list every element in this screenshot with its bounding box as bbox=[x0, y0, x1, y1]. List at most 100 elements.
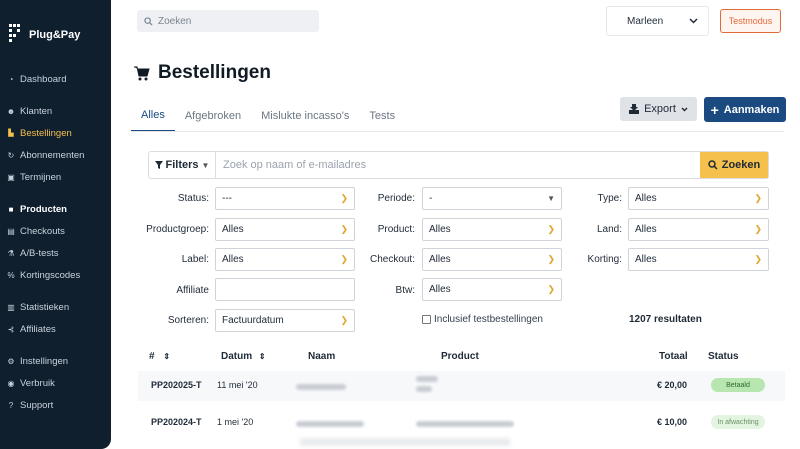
order-date: 1 mei '20 bbox=[217, 417, 254, 427]
korting-select[interactable]: Alles ❯ bbox=[628, 248, 769, 271]
sidebar-item-label: Abonnementen bbox=[20, 149, 85, 161]
sidebar-item-affiliates[interactable]: ⊰ Affiliates bbox=[6, 318, 106, 340]
caret-down-icon: ▼ bbox=[201, 160, 210, 170]
order-total: € 10,00 bbox=[657, 417, 688, 427]
btw-label: Btw: bbox=[395, 285, 415, 296]
test-mode-button[interactable]: Testmodus bbox=[720, 9, 781, 33]
chart-icon: ▥ bbox=[7, 302, 15, 312]
status-value: --- bbox=[222, 193, 232, 204]
col-number-header[interactable]: # ⇕ bbox=[149, 351, 170, 362]
label-select[interactable]: Alles ❯ bbox=[215, 248, 355, 271]
customer-name-redacted bbox=[296, 419, 364, 429]
sidebar-item-dashboard[interactable]: ◔ Dashboard bbox=[6, 68, 106, 90]
sidebar-item-kortingscodes[interactable]: % Kortingscodes bbox=[6, 264, 106, 286]
sidebar-item-support[interactable]: ? Support bbox=[6, 394, 106, 416]
affiliate-input[interactable] bbox=[215, 278, 355, 301]
land-value: Alles bbox=[635, 224, 657, 235]
search-icon bbox=[707, 160, 718, 170]
sidebar-item-klanten[interactable]: ☻ Klanten bbox=[6, 100, 106, 122]
chevron-down-icon: ❯ bbox=[340, 193, 348, 203]
sidebar-item-label: Support bbox=[20, 399, 54, 411]
sidebar-item-producten[interactable]: ■ Producten bbox=[6, 198, 106, 220]
productgroep-select[interactable]: Alles ❯ bbox=[215, 218, 355, 241]
sidebar-item-label: Termijnen bbox=[20, 171, 62, 183]
col-status-header: Status bbox=[708, 351, 739, 362]
btw-select[interactable]: Alles ❯ bbox=[422, 278, 562, 301]
tab-tests[interactable]: Tests bbox=[359, 100, 405, 132]
sidebar-item-label: Kortingscodes bbox=[20, 269, 81, 281]
chevron-down-icon: ❯ bbox=[340, 224, 348, 234]
box-icon: ■ bbox=[8, 204, 14, 214]
sidebar-item-abonnementen[interactable]: ↻ Abonnementen bbox=[6, 144, 106, 166]
order-search-input[interactable]: Zoek op naam of e-mailadres bbox=[216, 152, 700, 178]
include-tests-label: Inclusief testbestellingen bbox=[434, 314, 543, 325]
table-row[interactable]: PP202025-T 11 mei '20 € 20,00 Betaald bbox=[138, 371, 785, 401]
chevron-down-icon: ❯ bbox=[547, 224, 555, 234]
periode-select[interactable]: - ▼ bbox=[422, 187, 562, 210]
sidebar-item-label: Klanten bbox=[20, 105, 53, 117]
filters-label: Filters bbox=[165, 159, 199, 171]
table-row[interactable]: PP202024-T 1 mei '20 € 10,00 In afwachti… bbox=[138, 408, 785, 438]
land-select[interactable]: Alles ❯ bbox=[628, 218, 769, 241]
global-search-input[interactable]: Zoeken bbox=[137, 10, 319, 32]
tab-afgebroken[interactable]: Afgebroken bbox=[175, 100, 251, 132]
status-select[interactable]: --- ❯ bbox=[215, 187, 355, 210]
sidebar-item-termijnen[interactable]: ▣ Termijnen bbox=[6, 166, 106, 188]
affiliate-icon: ⊰ bbox=[7, 324, 15, 334]
results-count: 1207 resultaten bbox=[629, 314, 702, 325]
sidebar-item-label: Statistieken bbox=[20, 301, 70, 313]
col-date-header[interactable]: Datum ⇕ bbox=[221, 351, 266, 362]
chevron-down-icon: ❯ bbox=[340, 254, 348, 264]
search-button[interactable]: Zoeken bbox=[700, 152, 768, 178]
korting-label: Korting: bbox=[587, 254, 622, 265]
order-number[interactable]: PP202025-T bbox=[151, 380, 202, 390]
export-label: Export bbox=[644, 103, 676, 115]
page-title: Bestellingen bbox=[134, 62, 271, 84]
sidebar-item-checkouts[interactable]: ▤ Checkouts bbox=[6, 220, 106, 242]
dashboard-icon: ◔ bbox=[8, 74, 14, 84]
sidebar-item-label: Verbruik bbox=[20, 377, 55, 389]
sidebar-item-ab-tests[interactable]: ⚗ A/B-tests bbox=[6, 242, 106, 264]
order-number[interactable]: PP202024-T bbox=[151, 417, 202, 427]
logo-icon bbox=[9, 24, 23, 46]
tab-alles[interactable]: Alles bbox=[131, 100, 175, 132]
app-logo[interactable]: Plug&Pay bbox=[9, 24, 80, 46]
checkout-value: Alles bbox=[429, 254, 451, 265]
sort-icon: ⇕ bbox=[258, 352, 266, 361]
sidebar-item-label: Producten bbox=[20, 203, 67, 215]
user-menu[interactable]: Marleen bbox=[606, 6, 709, 36]
question-icon: ? bbox=[8, 400, 14, 410]
chevron-down-icon: ❯ bbox=[547, 254, 555, 264]
type-select[interactable]: Alles ❯ bbox=[628, 187, 769, 210]
users-icon: ☻ bbox=[6, 106, 16, 116]
periode-value: - bbox=[429, 193, 433, 204]
sidebar-item-label: Bestellingen bbox=[20, 127, 72, 139]
sidebar-item-statistieken[interactable]: ▥ Statistieken bbox=[6, 296, 106, 318]
sidebar-item-bestellingen[interactable]: ▙ Bestellingen bbox=[6, 122, 106, 144]
checkbox-box[interactable] bbox=[422, 315, 431, 324]
search-button-label: Zoeken bbox=[721, 159, 761, 171]
sidebar-item-label: Checkouts bbox=[20, 225, 65, 237]
filters-button[interactable]: Filters ▼ bbox=[149, 152, 216, 178]
create-label: Aanmaken bbox=[723, 103, 780, 116]
refresh-icon: ↻ bbox=[7, 150, 15, 160]
include-tests-checkbox[interactable]: Inclusief testbestellingen bbox=[422, 314, 543, 325]
chevron-down-icon: ❯ bbox=[754, 224, 762, 234]
sorteren-select[interactable]: Factuurdatum ❯ bbox=[215, 309, 355, 332]
label-label: Label: bbox=[181, 254, 209, 265]
checkout-select[interactable]: Alles ❯ bbox=[422, 248, 562, 271]
product-select[interactable]: Alles ❯ bbox=[422, 218, 562, 241]
export-button[interactable]: Export bbox=[620, 97, 697, 121]
product-value: Alles bbox=[429, 224, 451, 235]
sidebar-item-label: Affiliates bbox=[20, 323, 56, 335]
sidebar-item-instellingen[interactable]: ⚙ Instellingen bbox=[6, 350, 106, 372]
sidebar-nav: ◔ Dashboard ☻ Klanten ▙ Bestellingen ↻ A… bbox=[6, 68, 106, 416]
order-total: € 20,00 bbox=[657, 380, 688, 390]
create-button[interactable]: + Aanmaken bbox=[704, 97, 786, 122]
plus-icon: + bbox=[710, 101, 719, 118]
tab-mislukte-incassos[interactable]: Mislukte incasso's bbox=[251, 100, 359, 132]
next-row-preview bbox=[300, 438, 510, 446]
chevron-down-icon: ❯ bbox=[547, 284, 555, 294]
status-badge: Betaald bbox=[711, 378, 765, 392]
sidebar-item-verbruik[interactable]: ◉ Verbruik bbox=[6, 372, 106, 394]
